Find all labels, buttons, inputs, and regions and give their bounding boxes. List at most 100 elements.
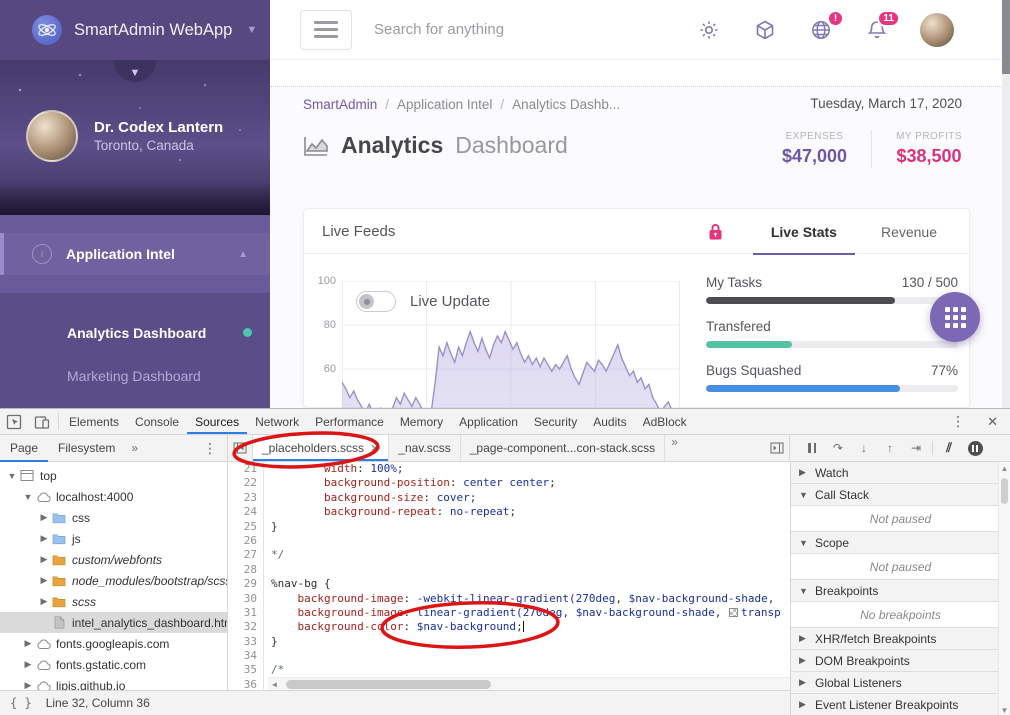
devtools-tab-console[interactable]: Console [127,409,187,434]
debugger-section-scope[interactable]: ▼Scope [791,532,1010,554]
tree-item-js[interactable]: ▶js [0,528,227,549]
step-over-icon[interactable]: ↷ [826,437,850,459]
tree-item-custom-webfonts[interactable]: ▶custom/webfonts [0,549,227,570]
devtools-menu-icon[interactable]: ⋮ [941,413,975,430]
code-token: ; [509,505,516,518]
devtools-tab-memory[interactable]: Memory [392,409,451,434]
step-into-icon[interactable]: ↓ [852,437,876,459]
scroll-left-icon[interactable]: ◀ [272,680,277,689]
more-panes-chevron-icon[interactable]: » [125,441,144,455]
y-tick-100: 100 [308,275,336,287]
collapsed-arrow-icon[interactable]: ▶ [38,533,50,544]
page-scrollbar-thumb[interactable] [1002,0,1010,74]
breadcrumb-item[interactable]: Application Intel [397,97,492,112]
language-globe-icon[interactable]: ! [808,17,834,43]
sidebar-item-marketing-dashboard[interactable]: Marketing Dashboard [0,354,270,397]
sidebar-item-analytics-dashboard[interactable]: Analytics Dashboard [0,311,270,354]
editor-tab--placeholders-scss[interactable]: _placeholders.scss✕ [252,435,389,461]
close-tab-icon[interactable]: ✕ [370,442,379,455]
more-tabs-chevron-icon[interactable]: » [665,435,684,461]
app-cube-icon[interactable] [752,17,778,43]
inspect-element-icon[interactable] [0,409,28,434]
collapsed-arrow-icon[interactable]: ▶ [38,512,50,523]
search-input[interactable] [374,21,634,38]
line-number: 35 [228,663,264,677]
debugger-sidebar-scrollbar[interactable]: ▲ ▼ [998,462,1010,715]
collapsed-arrow-icon[interactable]: ▶ [22,659,34,670]
collapsed-arrow-icon[interactable]: ▶ [38,575,50,586]
user-avatar[interactable] [920,13,954,47]
devtools-close-icon[interactable]: ✕ [975,414,1010,430]
debugger-section-breakpoints[interactable]: ▼Breakpoints [791,580,1010,602]
menu-hamburger-button[interactable] [300,10,352,50]
profile-collapse-chevron-icon[interactable]: ▼ [114,60,156,82]
devtools-tab-elements[interactable]: Elements [61,409,127,434]
devtools-tab-sources[interactable]: Sources [187,409,247,434]
settings-gear-icon[interactable] [696,17,722,43]
sidebar-section-application-intel[interactable]: i Application Intel ▲ [0,233,270,275]
line-number: 32 [228,620,264,634]
card-tab-revenue[interactable]: Revenue [859,209,959,254]
tree-item-fonts-googleapis-com[interactable]: ▶fonts.googleapis.com [0,633,227,654]
devtools-tab-network[interactable]: Network [247,409,307,434]
code-text: background-image: -webkit-linear-gradien… [264,592,774,606]
tree-item-top[interactable]: ▼top [0,465,227,486]
collapsed-arrow-icon[interactable]: ▶ [22,638,34,649]
debugger-section-event-listener-breakpoints[interactable]: ▶Event Listener Breakpoints [791,694,1010,715]
deactivate-breakpoints-icon[interactable]: ⫽ [937,437,961,459]
device-toolbar-icon[interactable] [28,409,56,434]
collapsed-arrow-icon[interactable]: ▶ [38,554,50,565]
pane-menu-icon[interactable]: ⋮ [193,440,227,457]
tree-item-lipis-github-io[interactable]: ▶lipis.github.io [0,675,227,691]
devtools-tab-bar: ElementsConsoleSourcesNetworkPerformance… [61,409,695,434]
show-drawer-icon[interactable] [765,435,789,461]
tab-scroll-left-icon[interactable] [228,435,252,461]
card-tab-live-stats[interactable]: Live Stats [749,209,859,254]
debugger-section-watch[interactable]: ▶Watch [791,462,1010,484]
sidebar-item-label: Marketing Dashboard [67,368,201,384]
lock-icon[interactable] [708,223,723,241]
collapsed-arrow-icon[interactable]: ▶ [38,596,50,607]
devtools-tab-application[interactable]: Application [451,409,526,434]
devtools-tab-performance[interactable]: Performance [307,409,392,434]
live-update-toggle[interactable] [356,291,396,312]
app-launcher-button[interactable] [930,292,980,342]
tree-item-fonts-gstatic-com[interactable]: ▶fonts.gstatic.com [0,654,227,675]
tree-item-css[interactable]: ▶css [0,507,227,528]
brand-bar[interactable]: SmartAdmin WebApp ▼ [0,0,270,60]
editor-tab--nav-scss[interactable]: _nav.scss [389,435,460,461]
expanded-arrow-icon[interactable]: ▼ [6,471,18,481]
debugger-section-global-listeners[interactable]: ▶Global Listeners [791,672,1010,694]
tree-item-node-modules-bootstrap-scss[interactable]: ▶node_modules/bootstrap/scss [0,570,227,591]
stat-row: My Tasks130 / 500 [706,275,958,304]
debugger-section-xhr-fetch-breakpoints[interactable]: ▶XHR/fetch Breakpoints [791,628,1010,650]
editor-tab--page-component-con-stack-scss[interactable]: _page-component...con-stack.scss [461,435,665,461]
tree-item-intel-analytics-dashboard-html[interactable]: intel_analytics_dashboard.html [0,612,227,633]
debugger-section-call-stack[interactable]: ▼Call Stack [791,484,1010,506]
pretty-print-icon[interactable]: { } [10,696,32,710]
tree-item-scss[interactable]: ▶scss [0,591,227,612]
code-token [271,620,298,633]
profile-avatar[interactable] [26,110,78,162]
step-icon[interactable]: ⇥ [904,437,928,459]
transparent-color-swatch-icon[interactable] [729,608,738,617]
page-scrollbar[interactable] [1002,0,1010,408]
tree-item-localhost-4000[interactable]: ▼localhost:4000 [0,486,227,507]
expanded-arrow-icon: ▼ [799,586,809,596]
pause-on-exceptions-icon[interactable] [963,437,987,459]
devtools-tab-adblock[interactable]: AdBlock [635,409,695,434]
breadcrumb-item[interactable]: Analytics Dashb... [512,97,620,112]
pane-tab-page[interactable]: Page [0,435,48,462]
expanded-arrow-icon[interactable]: ▼ [22,492,34,502]
code-token: transp [741,606,781,619]
step-out-icon[interactable]: ↑ [878,437,902,459]
pause-script-icon[interactable] [800,437,824,459]
breadcrumb-item[interactable]: SmartAdmin [303,97,377,112]
pane-tab-filesystem[interactable]: Filesystem [48,435,125,462]
notifications-bell-icon[interactable]: 11 [864,17,890,43]
devtools-tab-security[interactable]: Security [526,409,585,434]
devtools-tab-audits[interactable]: Audits [585,409,634,434]
debugger-section-dom-breakpoints[interactable]: ▶DOM Breakpoints [791,650,1010,672]
scroll-down-icon[interactable]: ▼ [999,706,1010,715]
scroll-up-icon[interactable]: ▲ [999,464,1010,473]
